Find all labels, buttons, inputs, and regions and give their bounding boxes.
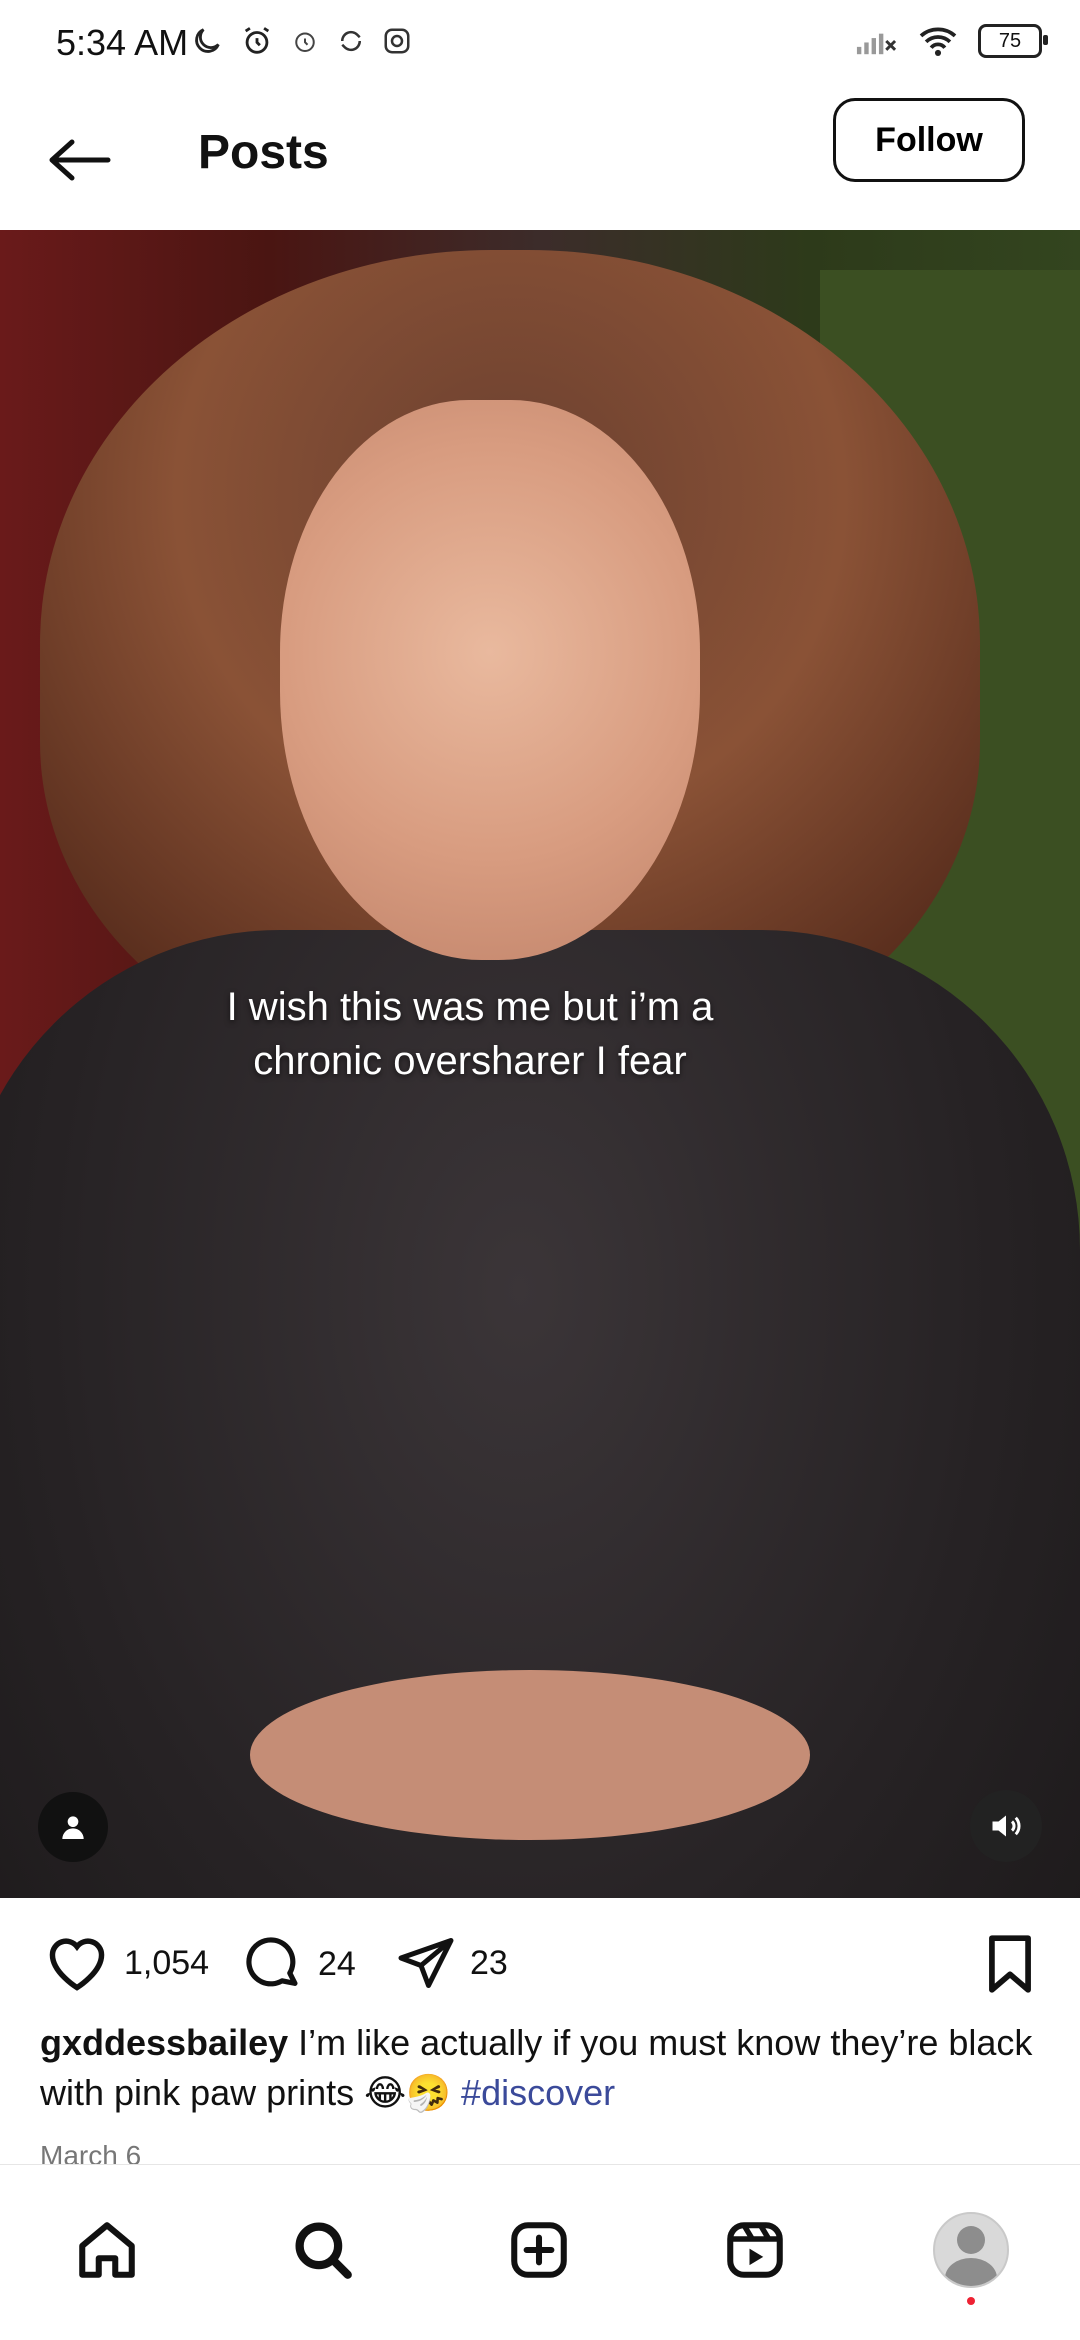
person-icon <box>62 1816 84 1839</box>
subject-face <box>280 400 700 960</box>
comment-button[interactable]: 24 <box>242 1933 356 1995</box>
home-icon <box>79 2222 135 2278</box>
sound-toggle-button[interactable] <box>970 1790 1042 1862</box>
like-count: 1,054 <box>124 1943 210 1982</box>
search-icon <box>295 2222 352 2279</box>
post-caption: gxddessbailey I’m like actually if you m… <box>40 2018 1040 2118</box>
instagram-icon <box>384 28 410 54</box>
create-icon <box>511 2222 567 2278</box>
alarm-outline-icon <box>295 32 315 52</box>
nav-create[interactable] <box>494 2205 584 2295</box>
caption-username[interactable]: gxddessbailey <box>40 2022 288 2063</box>
moon-icon <box>195 28 220 53</box>
share-count: 23 <box>470 1943 508 1982</box>
bottom-navigation <box>0 2164 1080 2340</box>
video-text-overlay: I wish this was me but i’m a chronic ove… <box>226 985 714 1083</box>
post-video[interactable]: I wish this was me but i’m a chronic ove… <box>0 230 1080 1898</box>
like-button[interactable]: 1,054 <box>44 1933 209 1993</box>
status-icons-right: 75 <box>854 24 1048 58</box>
status-bar: 5:34 AM 75 <box>0 0 1080 95</box>
follow-button[interactable]: Follow <box>833 98 1025 182</box>
nav-home[interactable] <box>62 2205 152 2295</box>
wifi-icon <box>919 27 957 56</box>
page-title: Posts <box>198 126 329 179</box>
send-icon <box>398 1938 454 1988</box>
status-icons-left <box>190 24 412 58</box>
tagged-people-button[interactable] <box>38 1792 108 1862</box>
nav-profile[interactable] <box>926 2205 1016 2305</box>
comment-count: 24 <box>318 1944 356 1983</box>
sync-icon <box>340 30 362 52</box>
battery-indicator: 75 <box>978 24 1048 58</box>
avatar-head <box>957 2226 985 2254</box>
bookmark-icon <box>989 1935 1031 1993</box>
heart-icon <box>49 1938 105 1991</box>
post-actions: 1,054 24 23 <box>0 1898 1080 2028</box>
nav-reels[interactable] <box>710 2205 800 2295</box>
top-bar: Posts Follow <box>0 95 1080 230</box>
back-button[interactable] <box>40 120 120 200</box>
reels-icon <box>727 2222 783 2278</box>
volume-icon <box>992 1815 1021 1837</box>
caption-hashtag[interactable]: #discover <box>461 2072 615 2113</box>
back-arrow-icon <box>49 139 111 181</box>
comment-icon <box>246 1937 298 1987</box>
share-button[interactable]: 23 <box>396 1933 508 1993</box>
save-button[interactable] <box>982 1933 1038 2000</box>
profile-avatar <box>933 2212 1009 2288</box>
battery-level: 75 <box>998 29 1022 52</box>
avatar-shoulders <box>945 2258 997 2286</box>
nav-search[interactable] <box>278 2205 368 2295</box>
notification-dot <box>967 2297 975 2305</box>
status-time: 5:34 AM <box>56 22 189 63</box>
signal-icon <box>856 33 897 55</box>
subject-midriff <box>250 1670 810 1840</box>
alarm-icon <box>244 27 270 54</box>
